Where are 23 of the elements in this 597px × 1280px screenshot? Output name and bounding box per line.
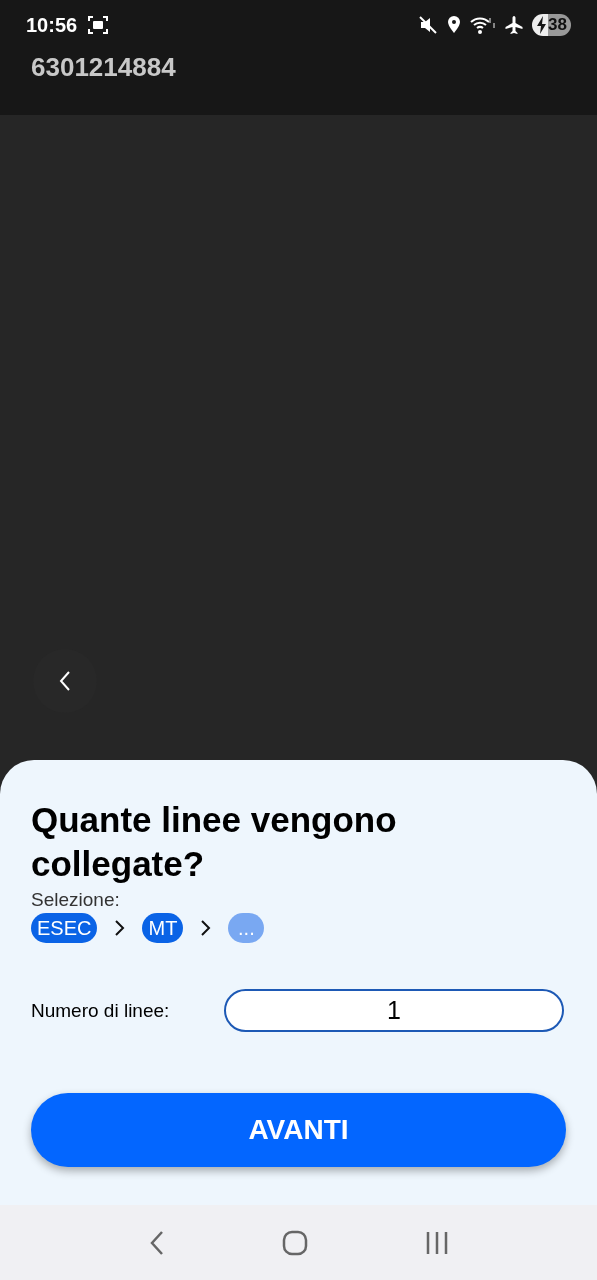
header-title: 6301214884: [31, 51, 176, 84]
selection-label: Selezione:: [31, 889, 120, 911]
nav-recents-icon[interactable]: [424, 1229, 449, 1256]
step-chip: MT: [142, 913, 184, 943]
battery-indicator: 38: [532, 14, 571, 36]
nav-back-icon[interactable]: [148, 1229, 165, 1256]
mute-icon: [418, 15, 439, 35]
field-label: Numero di linee:: [31, 999, 171, 1022]
wifi-icon: [470, 15, 497, 35]
screenshot-icon: [87, 14, 110, 36]
chevron-right-icon: [114, 919, 126, 937]
airplane-icon: [504, 15, 525, 35]
next-button[interactable]: AVANTI: [31, 1093, 566, 1167]
sheet-title: Quante linee vengono collegate?: [31, 799, 398, 885]
chevron-right-icon: [200, 919, 212, 937]
lines-input[interactable]: 1: [224, 989, 564, 1032]
nav-home-icon[interactable]: [281, 1229, 308, 1256]
charging-icon: [534, 15, 549, 35]
clock: 10:56: [26, 13, 78, 37]
step-chip: ESEC: [31, 913, 98, 943]
step-chip: ...: [228, 913, 265, 943]
chevron-left-icon: [58, 670, 72, 692]
location-icon: [446, 15, 463, 35]
